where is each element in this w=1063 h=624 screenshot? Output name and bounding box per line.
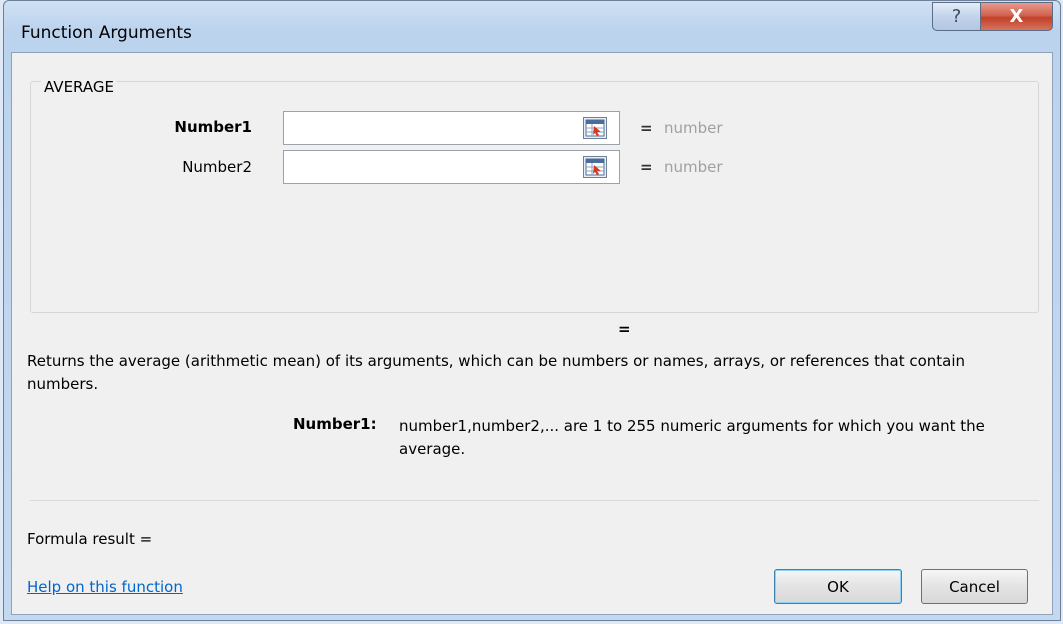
number2-result: number <box>664 158 723 176</box>
range-select-icon <box>585 158 605 176</box>
number2-range-select-button[interactable] <box>583 156 607 178</box>
help-button[interactable]: ? <box>932 2 981 31</box>
number1-equals: = <box>640 119 653 137</box>
number2-equals: = <box>640 158 653 176</box>
argument-label-number2: Number2 <box>182 158 252 176</box>
close-icon: X <box>1009 6 1024 27</box>
title-bar[interactable]: Function Arguments ? X <box>4 1 1060 53</box>
number1-input[interactable] <box>283 111 620 145</box>
number2-input[interactable] <box>283 150 620 184</box>
function-arguments-dialog: Function Arguments ? X AVERAGE Number1 =… <box>3 0 1061 621</box>
range-select-icon <box>585 119 605 137</box>
number1-result: number <box>664 119 723 137</box>
divider <box>30 500 1039 501</box>
formula-result-label: Formula result = <box>27 530 153 548</box>
help-icon: ? <box>951 6 962 27</box>
dialog-title: Function Arguments <box>21 23 192 43</box>
ok-button[interactable]: OK <box>774 569 902 604</box>
dialog-body: AVERAGE Number1 = number Number2 = numbe… <box>11 52 1053 615</box>
function-description: Returns the average (arithmetic mean) of… <box>27 352 966 393</box>
argument-label-number1: Number1 <box>174 118 252 136</box>
argument-help-name: Number1: <box>293 415 377 433</box>
function-name: AVERAGE <box>41 78 117 96</box>
function-result-equals: = <box>618 320 631 338</box>
help-on-function-link[interactable]: Help on this function <box>27 578 183 596</box>
close-button[interactable]: X <box>980 2 1053 31</box>
cancel-button[interactable]: Cancel <box>921 569 1028 604</box>
number1-range-select-button[interactable] <box>583 117 607 139</box>
argument-help-text: number1,number2,... are 1 to 255 numeric… <box>399 417 985 458</box>
function-groupbox: AVERAGE Number1 = number Number2 = numbe… <box>30 78 1039 313</box>
